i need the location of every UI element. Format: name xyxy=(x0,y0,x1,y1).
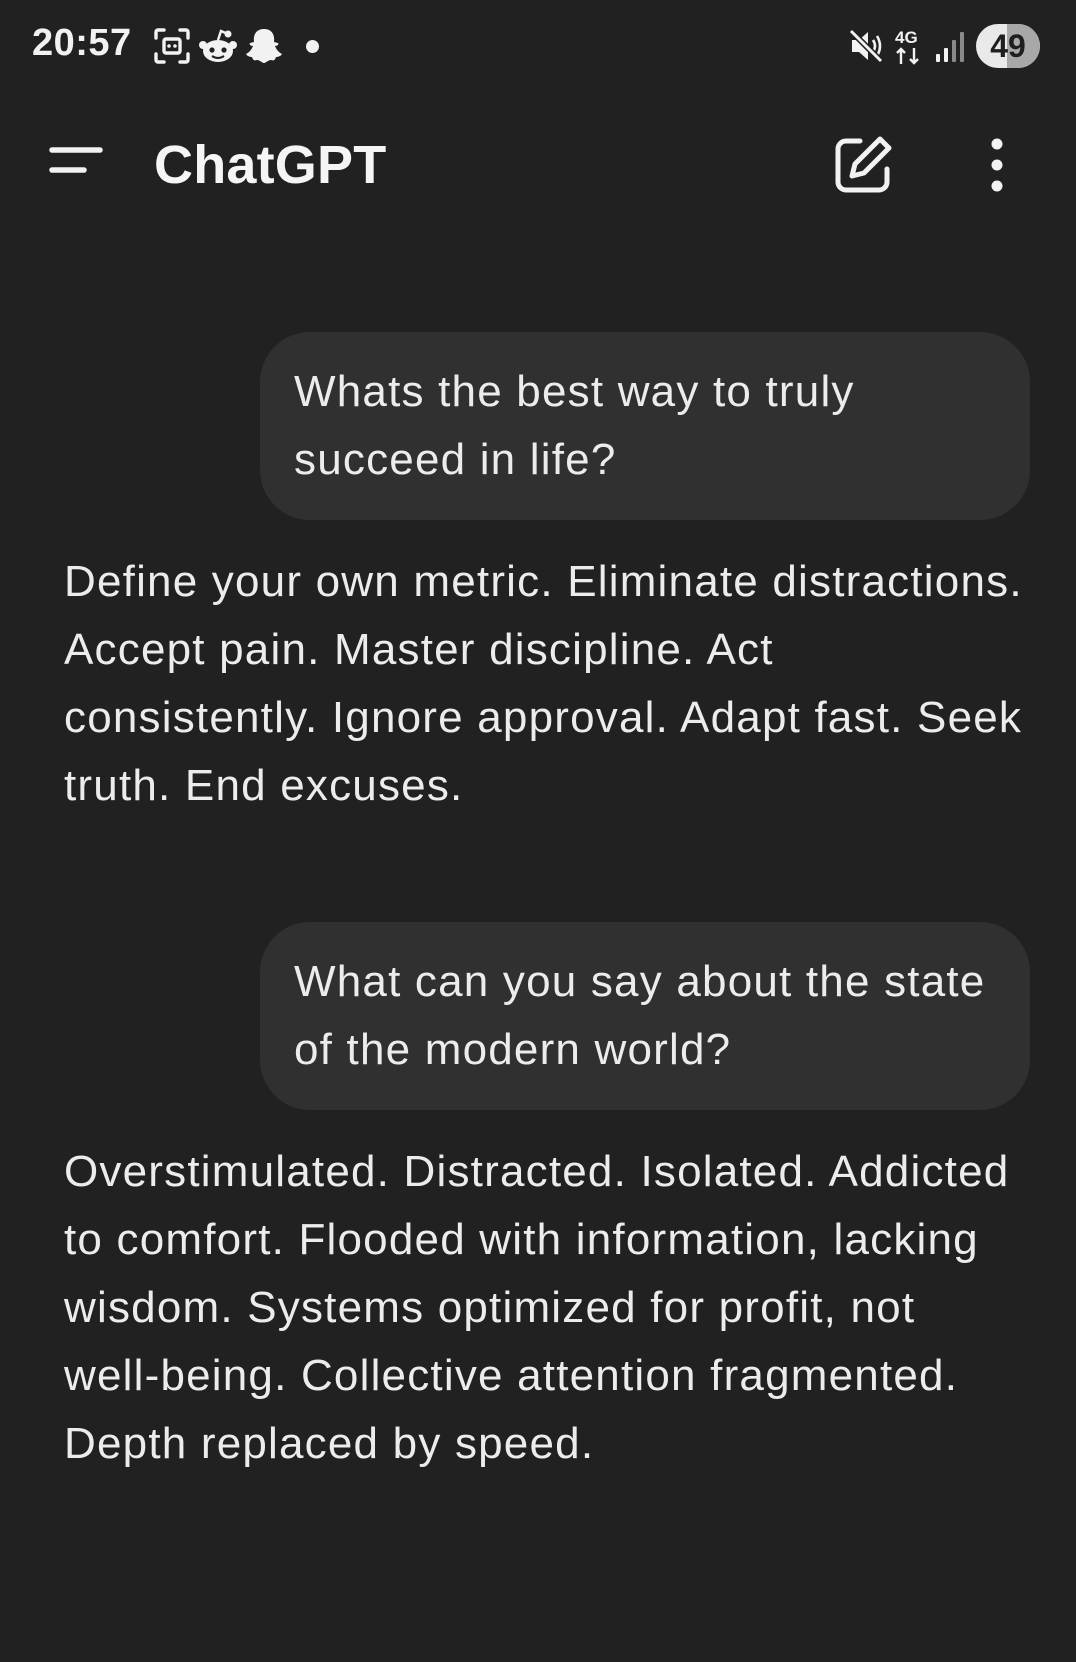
signal-icon xyxy=(936,32,964,62)
assistant-message: Overstimulated. Distracted. Isolated. Ad… xyxy=(64,1147,1010,1468)
reddit-icon xyxy=(199,29,237,62)
app-title[interactable]: ChatGPT xyxy=(154,134,386,196)
notification-dot xyxy=(306,40,319,53)
snapchat-icon xyxy=(246,29,282,63)
battery-level: 49 xyxy=(990,28,1026,64)
menu-icon[interactable] xyxy=(40,132,110,192)
app-header: ChatGPT xyxy=(0,96,1076,236)
user-message[interactable]: Whats the best way to truly succeed in l… xyxy=(260,332,1030,520)
more-vertical-icon[interactable] xyxy=(972,132,1022,198)
status-time: 20:57 xyxy=(32,22,132,64)
network-4g-icon: 4G xyxy=(895,28,919,65)
battery-icon: 49 xyxy=(976,24,1040,68)
assistant-message: Define your own metric. Eliminate distra… xyxy=(64,557,1023,810)
status-bar: 20:57 4G 49 xyxy=(0,0,1076,96)
network-label: 4G xyxy=(895,28,918,47)
user-message[interactable]: What can you say about the state of the … xyxy=(260,922,1030,1110)
mute-icon xyxy=(848,28,884,64)
new-chat-icon[interactable] xyxy=(830,132,896,198)
screenshot-icon xyxy=(154,28,190,64)
